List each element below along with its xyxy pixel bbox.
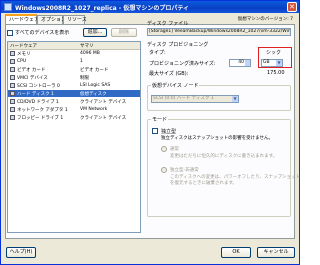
virtual-device-node-label: 仮想デバイス ノード: [151, 82, 200, 89]
vmci-icon: [10, 75, 15, 80]
show-all-devices-row[interactable]: すべてのデバイスを表示: [7, 29, 69, 36]
hard-disk-icon: [10, 91, 15, 96]
ok-button[interactable]: OK: [221, 247, 251, 258]
nonpersistent-radio[interactable]: [161, 167, 167, 173]
provisioned-size-label: プロビジョニング済みサイズ:: [149, 61, 216, 67]
hardware-name: VMCI デバイス: [17, 76, 48, 81]
hardware-name: ハード ディスク 1: [17, 92, 54, 97]
hardware-name: フロッピー ドライブ 1: [17, 116, 64, 121]
title-bar[interactable]: Windows2008R2_1027_replica - 仮想マシンのプロパティ…: [1, 1, 299, 13]
persistent-label: 通常: [170, 147, 179, 152]
vm-properties-window: Windows2008R2_1027_replica - 仮想マシンのプロパティ…: [0, 0, 300, 265]
size-unit-value: GB: [263, 60, 270, 65]
hardware-summary: クライアント デバイス: [80, 116, 127, 121]
hardware-name: ネットワーク アダプタ 1: [17, 108, 68, 113]
hardware-name: CD/DVD ドライブ 1: [17, 100, 59, 105]
show-all-devices-label: すべてのデバイスを表示: [15, 30, 70, 36]
disk-file-field[interactable]: [Storage1] VeeamBackup/Windows2008R2_102…: [147, 28, 291, 36]
remove-button[interactable]: 削除: [111, 28, 137, 37]
virtual-device-node-value: SCSI (0:0) ハード ディスク 1: [153, 96, 214, 101]
column-hardware[interactable]: ハードウェア: [10, 43, 37, 49]
hardware-row[interactable]: フロッピー ドライブ 1 クライアント デバイス: [8, 114, 140, 121]
hardware-row[interactable]: ハード ディスク 1 仮想ディスク: [8, 90, 140, 97]
nonpersistent-label: 独立型-非通常: [170, 168, 199, 173]
hardware-summary: 制限: [80, 76, 89, 81]
independent-checkbox[interactable]: [152, 128, 158, 134]
memory-icon: [10, 51, 15, 56]
vm-version-label: 仮想マシンのバージョン: 7: [237, 17, 293, 22]
hardware-summary: LSI Logic SAS: [80, 83, 111, 88]
help-button[interactable]: ヘルプ(H): [6, 247, 36, 258]
max-size-label: 最大サイズ (GB):: [149, 71, 189, 77]
scsi-controller-icon: [10, 83, 15, 88]
size-unit-select[interactable]: GB ▼: [261, 59, 283, 67]
mode-label: モード: [151, 116, 169, 123]
hardware-summary: クライアント デバイス: [80, 100, 127, 105]
persistent-desc: 変更はただちに恒久的にディスクに書き込まれます。: [170, 154, 278, 159]
independent-label: 独立型: [161, 129, 177, 135]
hardware-summary: ビデオ カード: [80, 68, 109, 73]
nonpersistent-desc-line2: を復元するときに破棄されます。: [170, 181, 238, 186]
hardware-summary: 仮想ディスク: [80, 92, 107, 97]
disk-file-label: ディスク ファイル: [147, 21, 189, 27]
disk-type-label: タイプ:: [149, 50, 166, 56]
hardware-row[interactable]: SCSI コントローラ 0 LSI Logic SAS: [8, 82, 140, 89]
hardware-row[interactable]: メモリ 4096 MB: [8, 50, 140, 57]
network-adapter-icon: [10, 107, 15, 112]
show-all-devices-checkbox[interactable]: [7, 29, 13, 36]
window-title: Windows2008R2_1027_replica - 仮想マシンのプロパティ: [15, 5, 190, 12]
virtual-device-node-select[interactable]: SCSI (0:0) ハード ディスク 1 ▼: [151, 95, 239, 103]
cpu-icon: [10, 59, 15, 64]
hardware-row[interactable]: ビデオ カード ビデオ カード: [8, 66, 140, 73]
hardware-name: SCSI コントローラ 0: [17, 84, 60, 89]
hardware-row[interactable]: ネットワーク アダプタ 1 VM Network: [8, 106, 140, 113]
provisioned-size-spinner[interactable]: 40: [229, 59, 251, 67]
independent-desc: 独立ディスクはスナップショットの影響を受けません。: [161, 136, 274, 141]
hardware-list-header: ハードウェア サマリ: [8, 42, 140, 50]
hardware-row[interactable]: CPU 1: [8, 58, 140, 65]
hardware-list: ハードウェア サマリ メモリ 4096 MB CPU 1 ビデオ カード ビデオ カード V…: [7, 41, 141, 233]
hardware-row[interactable]: VMCI デバイス 制限: [8, 74, 140, 81]
tab-options[interactable]: オプション: [37, 15, 66, 24]
hardware-name: メモリ: [17, 52, 31, 57]
tab-resources[interactable]: リソース: [63, 15, 87, 24]
chevron-down-icon: ▼: [276, 60, 282, 66]
hardware-name: CPU: [17, 59, 27, 64]
video-card-icon: [10, 67, 15, 72]
column-summary[interactable]: サマリ: [80, 43, 94, 49]
max-size-value: 175.00: [267, 70, 285, 76]
hardware-summary: 4096 MB: [80, 51, 100, 56]
provisioned-size-value: 40: [238, 60, 244, 65]
chevron-down-icon: ▼: [232, 96, 238, 102]
floppy-icon: [10, 115, 15, 120]
hardware-row[interactable]: CD/DVD ドライブ 1 クライアント デバイス: [8, 98, 140, 105]
cd-dvd-icon: [10, 99, 15, 104]
hardware-name: ビデオ カード: [17, 68, 46, 73]
persistent-radio[interactable]: [161, 146, 167, 152]
spinner-arrows-icon[interactable]: [245, 60, 250, 66]
vm-icon: [4, 3, 12, 11]
hardware-summary: VM Network: [80, 107, 108, 112]
hardware-summary: 1: [80, 59, 83, 64]
disk-provisioning-label: ディスク プロビジョニング: [147, 42, 209, 48]
cancel-button[interactable]: キャンセル: [257, 247, 295, 258]
close-button[interactable]: ✕: [287, 2, 297, 12]
add-button[interactable]: 追加...: [83, 28, 107, 37]
